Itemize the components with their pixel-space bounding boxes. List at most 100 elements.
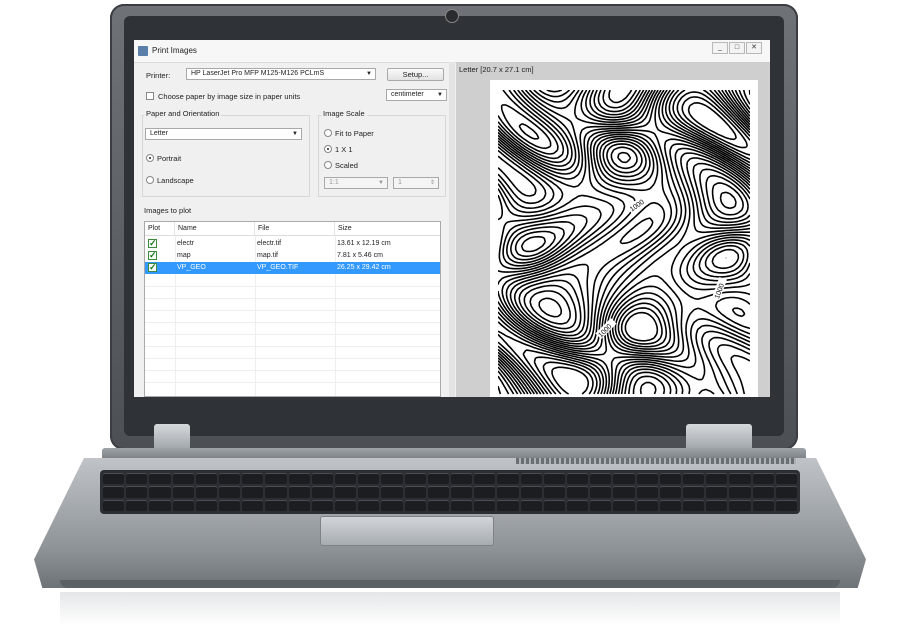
keyboard-key <box>427 499 449 511</box>
table-row[interactable]: ✓ electr electr.tif 13.61 x 12.19 cm <box>145 238 440 250</box>
print-images-window: Print Images _ □ ✕ Printer: HP LaserJet … <box>134 40 770 397</box>
units-select[interactable]: centimeter ▼ <box>386 89 447 101</box>
row-divider <box>145 298 440 299</box>
contour-map-image: 1000 1000 1000 <box>498 90 750 395</box>
printer-app-icon <box>138 46 148 56</box>
plot-checkbox[interactable]: ✓ <box>148 239 157 248</box>
keyboard-key <box>775 499 797 511</box>
keyboard-key <box>706 486 728 498</box>
keyboard-key <box>474 486 496 498</box>
keyboard-key <box>683 499 705 511</box>
keyboard-key <box>683 473 705 485</box>
portrait-radio[interactable] <box>146 154 154 162</box>
keyboard-key <box>729 486 751 498</box>
keyboard-key <box>288 473 310 485</box>
keyboard-key <box>613 499 635 511</box>
touchpad <box>320 516 494 546</box>
paper-by-size-label: Choose paper by image size in paper unit… <box>158 92 301 101</box>
row-divider <box>145 382 440 383</box>
setup-button[interactable]: Setup... <box>387 68 444 81</box>
print-preview-pane: Letter [20.7 x 27.1 cm] 1000 1000 1000 <box>456 62 770 397</box>
keyboard-key <box>103 486 125 498</box>
keyboard-key <box>381 499 403 511</box>
paper-size-select[interactable]: Letter ▼ <box>145 128 302 140</box>
column-header-size[interactable]: Size <box>335 222 440 236</box>
keyboard-key <box>752 473 774 485</box>
table-row[interactable]: ✓ map map.tif 7.81 x 5.46 cm <box>145 250 440 262</box>
fit-to-paper-label: Fit to Paper <box>335 129 374 138</box>
one-to-one-label: 1 X 1 <box>335 145 353 154</box>
plot-checkbox[interactable]: ✓ <box>148 263 157 272</box>
keyboard-key <box>427 473 449 485</box>
keyboard-key <box>358 499 380 511</box>
chevron-down-icon: ▼ <box>378 180 384 186</box>
paper-by-size-checkbox[interactable] <box>146 92 154 100</box>
keyboard-key <box>543 499 565 511</box>
keyboard-key <box>520 486 542 498</box>
keyboard-key <box>497 473 519 485</box>
keyboard-key <box>219 486 241 498</box>
window-title: Print Images <box>152 46 197 55</box>
laptop-front-edge <box>60 580 840 588</box>
column-header-name[interactable]: Name <box>175 222 255 236</box>
row-size: 7.81 x 5.46 cm <box>337 252 383 259</box>
keyboard-key <box>590 473 612 485</box>
keyboard-key <box>311 473 333 485</box>
maximize-button[interactable]: □ <box>729 42 745 54</box>
keyboard-key <box>451 473 473 485</box>
row-divider <box>145 334 440 335</box>
scale-spin-value: 1 <box>398 179 402 186</box>
one-to-one-radio[interactable] <box>324 145 332 153</box>
keyboard-key <box>265 486 287 498</box>
keyboard-key <box>311 499 333 511</box>
contour-map-svg: 100010001000 <box>498 90 750 395</box>
spin-arrows-icon[interactable]: ⇕ <box>430 178 435 188</box>
column-header-file[interactable]: File <box>255 222 335 236</box>
landscape-radio[interactable] <box>146 176 154 184</box>
keyboard-key <box>103 499 125 511</box>
keyboard-key <box>659 499 681 511</box>
fit-to-paper-radio[interactable] <box>324 129 332 137</box>
keyboard-key <box>613 486 635 498</box>
row-divider <box>145 346 440 347</box>
scale-ratio-select[interactable]: 1:1 ▼ <box>324 177 388 189</box>
keyboard-key <box>706 499 728 511</box>
keyboard-key <box>288 486 310 498</box>
preview-paper-label: Letter [20.7 x 27.1 cm] <box>459 65 534 74</box>
keyboard-key <box>242 473 264 485</box>
contour-lines <box>498 90 750 395</box>
keyboard-key <box>590 499 612 511</box>
keyboard-key <box>520 473 542 485</box>
chevron-down-icon: ▼ <box>437 92 443 98</box>
keyboard-key <box>636 473 658 485</box>
chevron-down-icon: ▼ <box>366 71 372 77</box>
close-button[interactable]: ✕ <box>746 42 762 54</box>
title-bar: Print Images _ □ ✕ <box>134 40 770 63</box>
plot-checkbox[interactable]: ✓ <box>148 251 157 260</box>
keyboard-key <box>636 499 658 511</box>
scale-spinbox[interactable]: 1 ⇕ <box>393 177 439 189</box>
portrait-label: Portrait <box>157 154 182 163</box>
keyboard-key <box>219 499 241 511</box>
scaled-radio[interactable] <box>324 161 332 169</box>
keyboard-key <box>404 473 426 485</box>
splitter[interactable] <box>449 62 455 397</box>
minimize-button[interactable]: _ <box>712 42 728 54</box>
image-scale-title: Image Scale <box>321 109 367 118</box>
printer-select[interactable]: HP LaserJet Pro MFP M125-M126 PCLmS ▼ <box>186 68 376 80</box>
row-divider <box>145 286 440 287</box>
keyboard-key <box>497 486 519 498</box>
printer-label: Printer: <box>146 71 171 80</box>
keyboard-key <box>358 473 380 485</box>
table-row-selected[interactable]: ✓ VP_GEO VP_GEO.TIF 26.25 x 29.42 cm <box>145 262 440 274</box>
scaled-label: Scaled <box>335 161 358 170</box>
scale-ratio-value: 1:1 <box>329 179 339 186</box>
column-header-plot[interactable]: Plot <box>145 222 175 236</box>
keyboard-key <box>659 486 681 498</box>
images-table: Plot Name File Size ✓ electr electr.tif … <box>144 221 441 397</box>
keyboard-key <box>404 499 426 511</box>
row-name: VP_GEO <box>177 264 206 271</box>
paper-size-selected: Letter <box>150 130 168 137</box>
speaker-vent <box>516 458 796 464</box>
keyboard-key <box>242 486 264 498</box>
